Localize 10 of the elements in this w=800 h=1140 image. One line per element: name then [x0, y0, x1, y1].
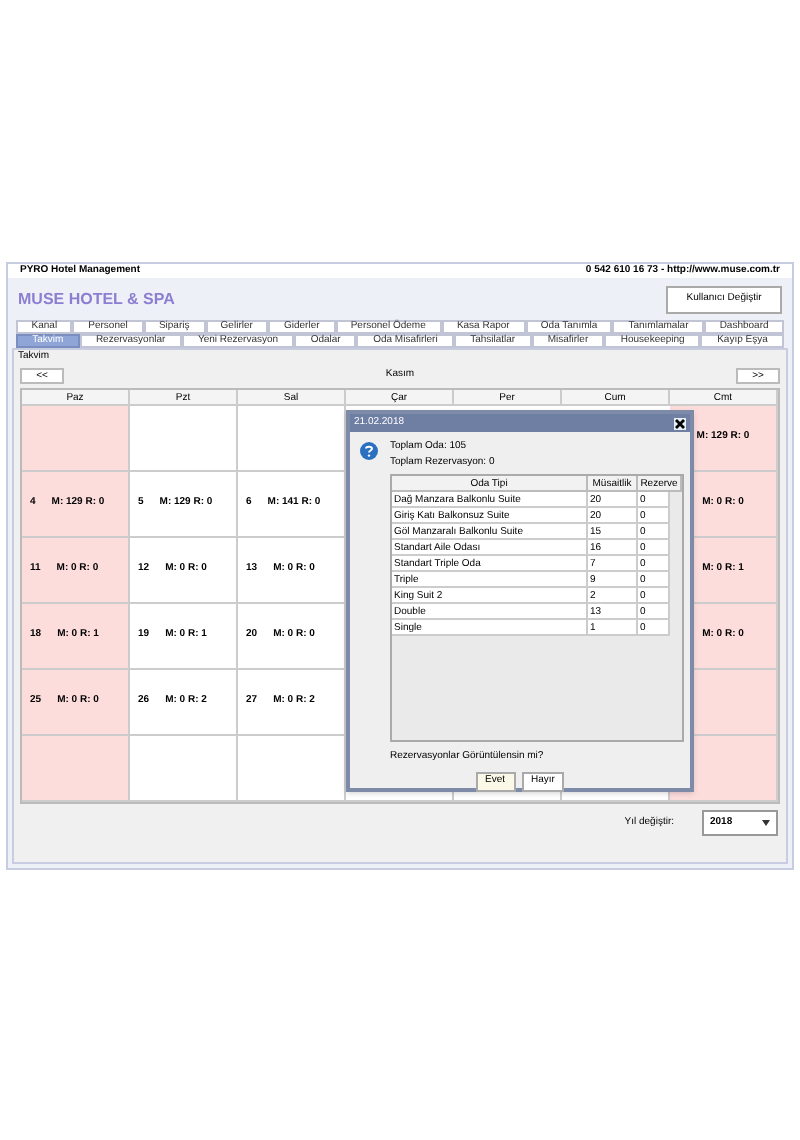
- hotel-name: MUSE HOTEL & SPA: [18, 287, 175, 311]
- dropdown-caret-icon: [762, 820, 770, 826]
- question-icon: [360, 442, 378, 460]
- calendar-cell[interactable]: [22, 406, 130, 472]
- calendar-cell[interactable]: [238, 736, 346, 802]
- calendar-cell[interactable]: [130, 736, 238, 802]
- calendar-cell[interactable]: [238, 406, 346, 472]
- calendar-cell[interactable]: [130, 406, 238, 472]
- calendar-cell[interactable]: [22, 736, 130, 802]
- close-icon[interactable]: [674, 417, 686, 429]
